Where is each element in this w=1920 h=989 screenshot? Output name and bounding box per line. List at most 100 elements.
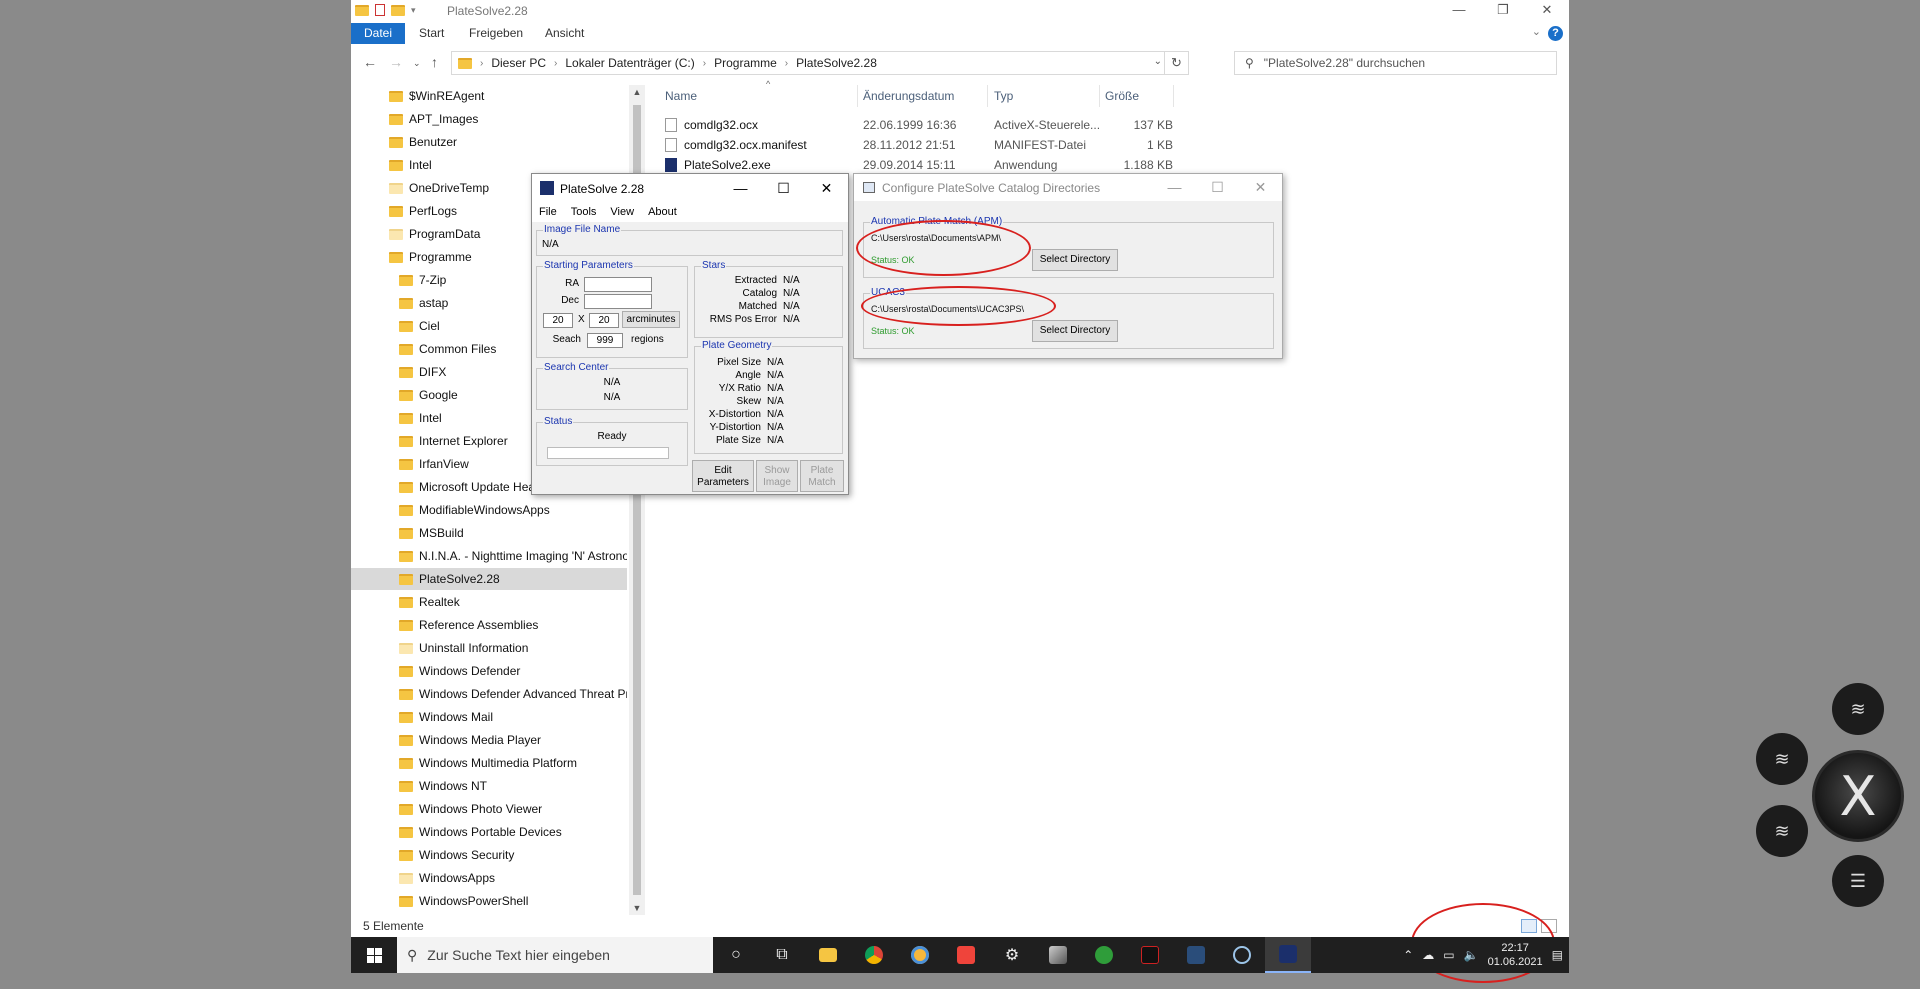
filter-icon[interactable]: ☰ <box>1832 855 1884 907</box>
nav-item[interactable]: Uninstall Information <box>351 637 627 659</box>
menu-file[interactable]: File <box>539 206 557 218</box>
apm-select-directory-button[interactable]: Select Directory <box>1032 249 1118 271</box>
file-explorer-icon[interactable] <box>805 937 851 973</box>
app-telescope-icon[interactable] <box>1035 937 1081 973</box>
tab-start[interactable]: Start <box>409 23 454 44</box>
properties-icon[interactable] <box>375 4 385 16</box>
column-divider[interactable] <box>1173 85 1174 107</box>
chrome-icon[interactable] <box>851 937 897 973</box>
address-bar[interactable]: › Dieser PC › Lokaler Datenträger (C:) ›… <box>451 51 1189 75</box>
tab-freigeben[interactable]: Freigeben <box>459 23 533 44</box>
volume-icon[interactable]: 🔈 <box>1464 948 1479 962</box>
task-view-icon[interactable]: ⧉ <box>759 937 805 973</box>
refresh-icon[interactable]: ↻ <box>1164 52 1188 74</box>
back-arrow-icon[interactable]: ← <box>363 54 377 70</box>
arcminutes-button[interactable]: arcminutes <box>622 311 680 328</box>
qa-dropdown-icon[interactable]: ▾ <box>411 5 416 16</box>
table-row[interactable]: comdlg32.ocx.manifest 28.11.2012 21:51 M… <box>665 135 1565 155</box>
search-input[interactable]: ⚲ "PlateSolve2.28" durchsuchen <box>1234 51 1557 75</box>
ucac3-select-directory-button[interactable]: Select Directory <box>1032 320 1118 342</box>
nav-item[interactable]: Windows NT <box>351 775 627 797</box>
nav-item[interactable]: Windows Media Player <box>351 729 627 751</box>
nav-item[interactable]: Windows Multimedia Platform <box>351 752 627 774</box>
breadcrumb-item[interactable]: PlateSolve2.28 <box>796 56 877 70</box>
help-icon[interactable]: ? <box>1548 26 1563 41</box>
close-button[interactable]: ✕ <box>1525 0 1569 22</box>
table-row[interactable]: comdlg32.ocx 22.06.1999 16:36 ActiveX-St… <box>665 115 1565 135</box>
fov-height-input[interactable]: 20 <box>589 313 619 328</box>
taskbar-search-input[interactable]: ⚲ Zur Suche Text hier eingeben <box>397 937 713 973</box>
forward-arrow-icon[interactable]: → <box>389 54 403 70</box>
tab-datei[interactable]: Datei <box>351 23 405 44</box>
app-network-icon[interactable] <box>1173 937 1219 973</box>
plate-match-button[interactable]: Plate Match <box>800 460 844 492</box>
scroll-up-icon[interactable]: ▲ <box>629 87 645 97</box>
nav-item[interactable]: ModifiableWindowsApps <box>351 499 627 521</box>
minimize-button[interactable]: — <box>1437 0 1481 22</box>
nav-item[interactable]: N.I.N.A. - Nighttime Imaging 'N' Astrono… <box>351 545 627 567</box>
scroll-down-icon[interactable]: ▼ <box>629 903 645 913</box>
nav-item[interactable]: Windows Photo Viewer <box>351 798 627 820</box>
nav-item[interactable]: PlateSolve2.28 <box>351 568 627 590</box>
notifications-icon[interactable]: ▤ <box>1552 948 1563 962</box>
nav-item[interactable]: $WinREAgent <box>351 85 627 107</box>
tab-ansicht[interactable]: Ansicht <box>535 23 594 44</box>
nav-item[interactable]: WindowsPowerShell <box>351 890 627 912</box>
column-name[interactable]: Name <box>665 85 697 107</box>
wind-icon[interactable]: ≋ <box>1756 805 1808 857</box>
chevron-up-icon[interactable]: ⌃ <box>1403 948 1413 962</box>
wind-icon[interactable]: ≋ <box>1832 683 1884 735</box>
nav-item[interactable]: Windows Portable Devices <box>351 821 627 843</box>
column-date[interactable]: Änderungsdatum <box>863 85 954 107</box>
settings-icon[interactable]: ⚙ <box>989 937 1035 973</box>
ra-input[interactable] <box>584 277 652 292</box>
wind-icon[interactable]: ≋ <box>1756 733 1808 785</box>
nav-item[interactable]: Windows Mail <box>351 706 627 728</box>
menu-about[interactable]: About <box>648 206 677 218</box>
app-orbit-icon[interactable] <box>1219 937 1265 973</box>
nav-item[interactable]: Windows Defender Advanced Threat Protect… <box>351 683 627 705</box>
recent-dropdown-icon[interactable]: ⌄ <box>413 58 421 69</box>
address-dropdown-icon[interactable]: ⌄ <box>1154 56 1162 67</box>
fov-width-input[interactable]: 20 <box>543 313 573 328</box>
column-divider[interactable] <box>857 85 858 107</box>
edit-parameters-button[interactable]: Edit Parameters <box>692 460 754 492</box>
nav-item[interactable]: Windows Defender <box>351 660 627 682</box>
nav-item[interactable]: Realtek <box>351 591 627 613</box>
app-sun-icon[interactable] <box>897 937 943 973</box>
maximize-button[interactable]: ☐ <box>1196 174 1239 201</box>
chevron-down-icon[interactable]: ⌄ <box>1532 25 1541 38</box>
nav-item[interactable]: Windows Security <box>351 844 627 866</box>
restore-button[interactable]: ❐ <box>1481 0 1525 22</box>
new-folder-icon[interactable] <box>391 4 405 16</box>
minimize-button[interactable]: — <box>719 174 762 202</box>
dec-input[interactable] <box>584 294 652 309</box>
nav-item[interactable]: APT_Images <box>351 108 627 130</box>
nav-item[interactable]: WindowsApps <box>351 867 627 889</box>
maximize-button[interactable]: ☐ <box>762 174 805 202</box>
network-icon[interactable]: ▭ <box>1443 948 1454 962</box>
menu-view[interactable]: View <box>610 206 634 218</box>
nav-item[interactable]: Reference Assemblies <box>351 614 627 636</box>
column-type[interactable]: Typ <box>994 85 1013 107</box>
column-divider[interactable] <box>987 85 988 107</box>
up-arrow-icon[interactable]: ↑ <box>431 54 438 70</box>
nav-item[interactable]: Benutzer <box>351 131 627 153</box>
app-sharpcap-icon[interactable] <box>1127 937 1173 973</box>
minimize-button[interactable]: — <box>1153 174 1196 201</box>
table-row[interactable]: PlateSolve2.exe 29.09.2014 15:11 Anwendu… <box>665 155 1565 175</box>
show-image-button[interactable]: Show Image <box>756 460 798 492</box>
clock[interactable]: 22:17 01.06.2021 <box>1488 941 1543 969</box>
start-button[interactable] <box>351 937 397 973</box>
menu-tools[interactable]: Tools <box>571 206 597 218</box>
search-regions-input[interactable]: 999 <box>587 333 623 348</box>
breadcrumb-item[interactable]: Lokaler Datenträger (C:) <box>565 56 694 70</box>
onedrive-icon[interactable]: ☁ <box>1422 948 1434 962</box>
close-button[interactable]: ✕ <box>1239 174 1282 201</box>
anydesk-icon[interactable] <box>943 937 989 973</box>
close-button[interactable]: ✕ <box>805 174 848 202</box>
x-dial-button[interactable]: X <box>1812 750 1904 842</box>
platesolve-taskbar-icon[interactable] <box>1265 937 1311 973</box>
breadcrumb-item[interactable]: Dieser PC <box>491 56 546 70</box>
cortana-icon[interactable]: ○ <box>713 937 759 973</box>
